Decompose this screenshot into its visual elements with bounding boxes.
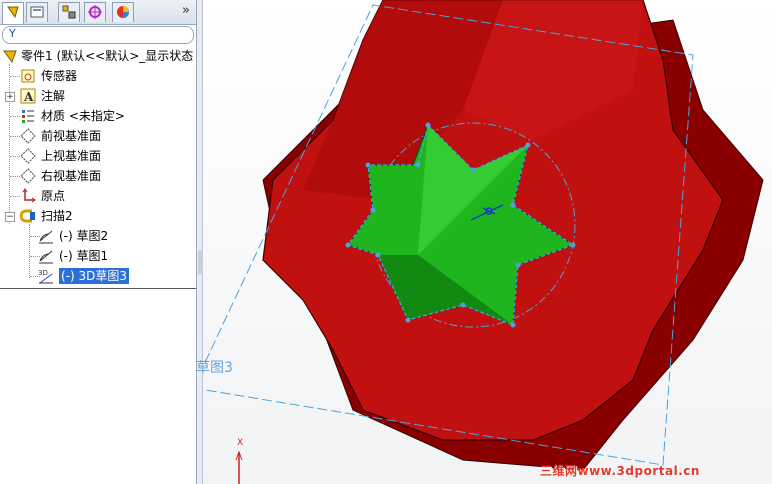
- plane-icon: [20, 128, 36, 144]
- tree-item-top-plane[interactable]: 上视基准面: [0, 146, 196, 166]
- tree-item-label: (-) 草图1: [59, 249, 109, 263]
- tree-item-label: 材质 <未指定>: [41, 109, 125, 123]
- tree-item-label: 右视基准面: [41, 169, 102, 183]
- tree-item-label: (-) 草图2: [59, 229, 109, 243]
- tree-item-annotations[interactable]: + A 注解: [0, 86, 196, 106]
- propertymanager-tab[interactable]: [26, 2, 48, 22]
- tree-item-3d-sketch3[interactable]: 3D (-) 3D草图3: [0, 266, 196, 286]
- tree-item-label: 前视基准面: [41, 129, 102, 143]
- tree-item-sweep[interactable]: − 扫描2: [0, 206, 196, 226]
- feature-manager-panel: » Y 零件1 (默认<<默认>_显示状态 传感器 + A 注解 材质 <未指定…: [0, 0, 197, 484]
- material-icon: [22, 110, 34, 123]
- plane-icon: [20, 168, 36, 184]
- tree-item-label: 传感器: [41, 69, 78, 83]
- sketch-icon: [39, 230, 53, 244]
- tree-item-label: 零件1 (默认<<默认>_显示状态: [21, 49, 194, 63]
- tree-item-right-plane[interactable]: 右视基准面: [0, 166, 196, 186]
- triad-x-label: X: [237, 438, 244, 448]
- feature-tree: 零件1 (默认<<默认>_显示状态 传感器 + A 注解 材质 <未指定> 前视…: [0, 44, 196, 288]
- axis-triad-icon: [235, 450, 243, 484]
- sweep-icon: [20, 209, 35, 223]
- plane-icon: [20, 148, 36, 164]
- dimxpert-tab[interactable]: [84, 2, 106, 22]
- expand-icon[interactable]: +: [5, 92, 15, 102]
- panel-divider: [0, 288, 196, 289]
- dimxpert-icon: [88, 5, 102, 19]
- 3d-sketch-prefix: 3D: [38, 269, 48, 277]
- tree-item-material[interactable]: 材质 <未指定>: [0, 106, 196, 126]
- tree-item-root[interactable]: 零件1 (默认<<默认>_显示状态: [0, 46, 196, 66]
- watermark: 三维网www.3dportal.cn: [540, 464, 700, 478]
- tree-item-sketch1[interactable]: (-) 草图1: [0, 246, 196, 266]
- configuration-icon: [62, 5, 76, 19]
- tree-item-sketch2[interactable]: (-) 草图2: [0, 226, 196, 246]
- sensor-icon: [21, 69, 35, 83]
- appearance-icon: [117, 6, 129, 18]
- collapse-icon[interactable]: −: [5, 212, 15, 222]
- tree-item-front-plane[interactable]: 前视基准面: [0, 126, 196, 146]
- tree-item-label: 上视基准面: [41, 149, 102, 163]
- tree-item-label: (-) 3D草图3: [59, 268, 130, 284]
- configuration-tab[interactable]: [58, 2, 80, 22]
- feature-tree-icon: [7, 6, 19, 19]
- tree-item-label: 原点: [41, 189, 66, 203]
- manager-tab-bar: »: [0, 0, 196, 25]
- 3d-sketch-icon: 3D: [38, 269, 53, 284]
- sketch-icon: [39, 250, 53, 264]
- tree-item-label: 注解: [41, 89, 66, 103]
- more-tabs-button[interactable]: »: [182, 3, 190, 18]
- origin-icon: [22, 188, 36, 203]
- filter-field[interactable]: Y: [2, 26, 194, 44]
- sketch-label: 草图3: [196, 360, 233, 376]
- tree-item-label: 扫描2: [41, 209, 73, 223]
- display-tab[interactable]: [112, 2, 134, 22]
- svg-text:A: A: [23, 90, 34, 104]
- model-view: [203, 0, 764, 484]
- part-icon: [3, 50, 17, 64]
- annotation-icon: A: [20, 88, 36, 104]
- graphics-area[interactable]: X: [203, 0, 772, 484]
- tree-item-origin[interactable]: 原点: [0, 186, 196, 206]
- tree-item-sensors[interactable]: 传感器: [0, 66, 196, 86]
- property-icon: [30, 6, 44, 18]
- filter-icon: Y: [9, 27, 16, 40]
- featuremanager-tab[interactable]: [2, 2, 24, 24]
